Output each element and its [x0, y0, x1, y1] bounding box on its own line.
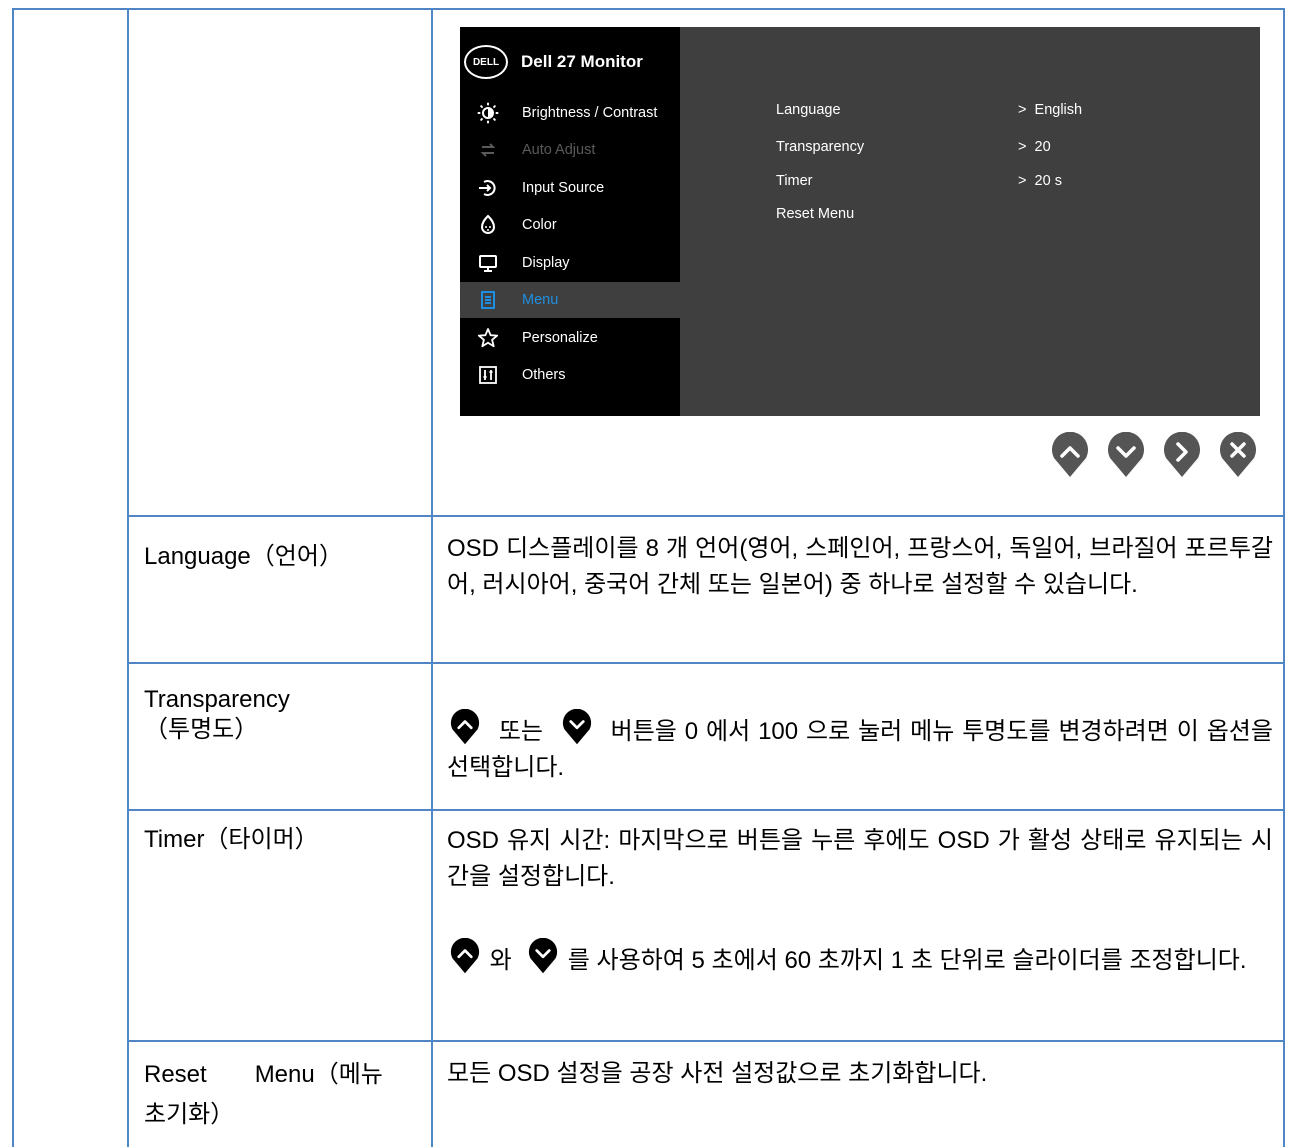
submenu-transparency-value: > 20 [1018, 139, 1051, 155]
osd-sidebar: DELL Dell 27 Monitor Brightness / Contra… [460, 27, 680, 416]
row-desc-reset-menu: 모든 OSD 설정을 공장 사전 설정값으로 초기화합니다. [447, 1060, 988, 1087]
osd-header: DELL Dell 27 Monitor [464, 45, 643, 79]
chevron-right-icon [1164, 431, 1200, 477]
table-border-left [12, 8, 14, 1147]
up-button-icon [450, 709, 480, 745]
display-icon [477, 252, 499, 274]
menu-item-input-source[interactable]: Input Source [460, 170, 680, 206]
input-source-icon [477, 177, 499, 199]
row-label-reset-menu: Reset Menu（메뉴 [144, 1061, 383, 1088]
osd-title: Dell 27 Monitor [521, 52, 643, 71]
menu-item-label: Color [522, 217, 557, 233]
submenu-timer-value: > 20 s [1018, 173, 1062, 189]
down-button-icon [529, 938, 558, 974]
down-button[interactable] [1106, 431, 1146, 478]
menu-item-brightness-contrast[interactable]: Brightness / Contrast [460, 95, 680, 131]
row-divider [127, 1040, 1285, 1042]
row-desc-timer-2: 와 를 사용하여 5 초에서 60 초까지 1 초 단위로 슬라이더를 조정합니… [447, 938, 1273, 979]
submenu-reset-menu[interactable]: Reset Menu [776, 206, 854, 222]
table-border-top [12, 8, 1285, 10]
menu-item-label: Personalize [522, 330, 598, 346]
row-divider [127, 809, 1285, 811]
color-icon [477, 214, 499, 236]
submenu-language-value: > English [1018, 102, 1083, 118]
menu-item-label: Auto Adjust [522, 142, 596, 158]
table-border-right [1283, 8, 1285, 1147]
submenu-transparency[interactable]: Transparency [776, 139, 864, 155]
auto-adjust-icon [477, 139, 499, 161]
next-button[interactable] [1162, 431, 1202, 478]
table-border-col1 [127, 8, 129, 1147]
down-button-icon [562, 709, 591, 745]
row-label-transparency-ko: （투명도） [144, 716, 259, 743]
up-button-icon [450, 938, 480, 974]
osd-menu-screenshot: DELL Dell 27 Monitor Brightness / Contra… [460, 27, 1260, 416]
row-label-language: Language（언어） [144, 543, 343, 570]
menu-item-auto-adjust: Auto Adjust [460, 132, 680, 168]
menu-icon [477, 289, 499, 311]
menu-item-label: Menu [522, 292, 559, 308]
menu-item-color[interactable]: Color [460, 207, 680, 243]
exit-button[interactable] [1218, 431, 1258, 478]
row-label-reset-menu-ko: 초기화） [144, 1101, 235, 1128]
row-label-timer: Timer（타이머） [144, 826, 319, 853]
submenu-timer[interactable]: Timer [776, 173, 813, 189]
menu-item-display[interactable]: Display [460, 245, 680, 281]
chevron-up-icon [1052, 431, 1088, 477]
menu-item-personalize[interactable]: Personalize [460, 320, 680, 356]
row-desc-timer: OSD 유지 시간: 마지막으로 버튼을 누른 후에도 OSD 가 활성 상태로… [447, 827, 1273, 890]
table-border-col2 [431, 8, 433, 1147]
row-divider [127, 662, 1285, 664]
menu-item-others[interactable]: Others [460, 357, 680, 393]
others-icon [477, 364, 499, 386]
row-desc-language: OSD 디스플레이를 8 개 언어(영어, 스페인어, 프랑스어, 독일어, 브… [447, 535, 1273, 598]
menu-item-label: Brightness / Contrast [522, 105, 658, 121]
menu-item-label: Display [522, 255, 570, 271]
menu-item-menu[interactable]: Menu [460, 282, 680, 318]
up-button[interactable] [1050, 431, 1090, 478]
brightness-icon [477, 102, 499, 124]
dell-logo: DELL [464, 45, 508, 79]
chevron-down-icon [1108, 431, 1144, 477]
row-divider [127, 515, 1285, 517]
menu-item-label: Input Source [522, 180, 605, 196]
star-icon [477, 327, 499, 349]
menu-item-label: Others [522, 367, 566, 383]
submenu-language[interactable]: Language [776, 102, 841, 118]
close-icon [1220, 431, 1256, 477]
row-desc-transparency: 또는 버튼을 0 에서 100 으로 눌러 메뉴 투명도를 변경하려면 이 옵션… [447, 709, 1273, 786]
